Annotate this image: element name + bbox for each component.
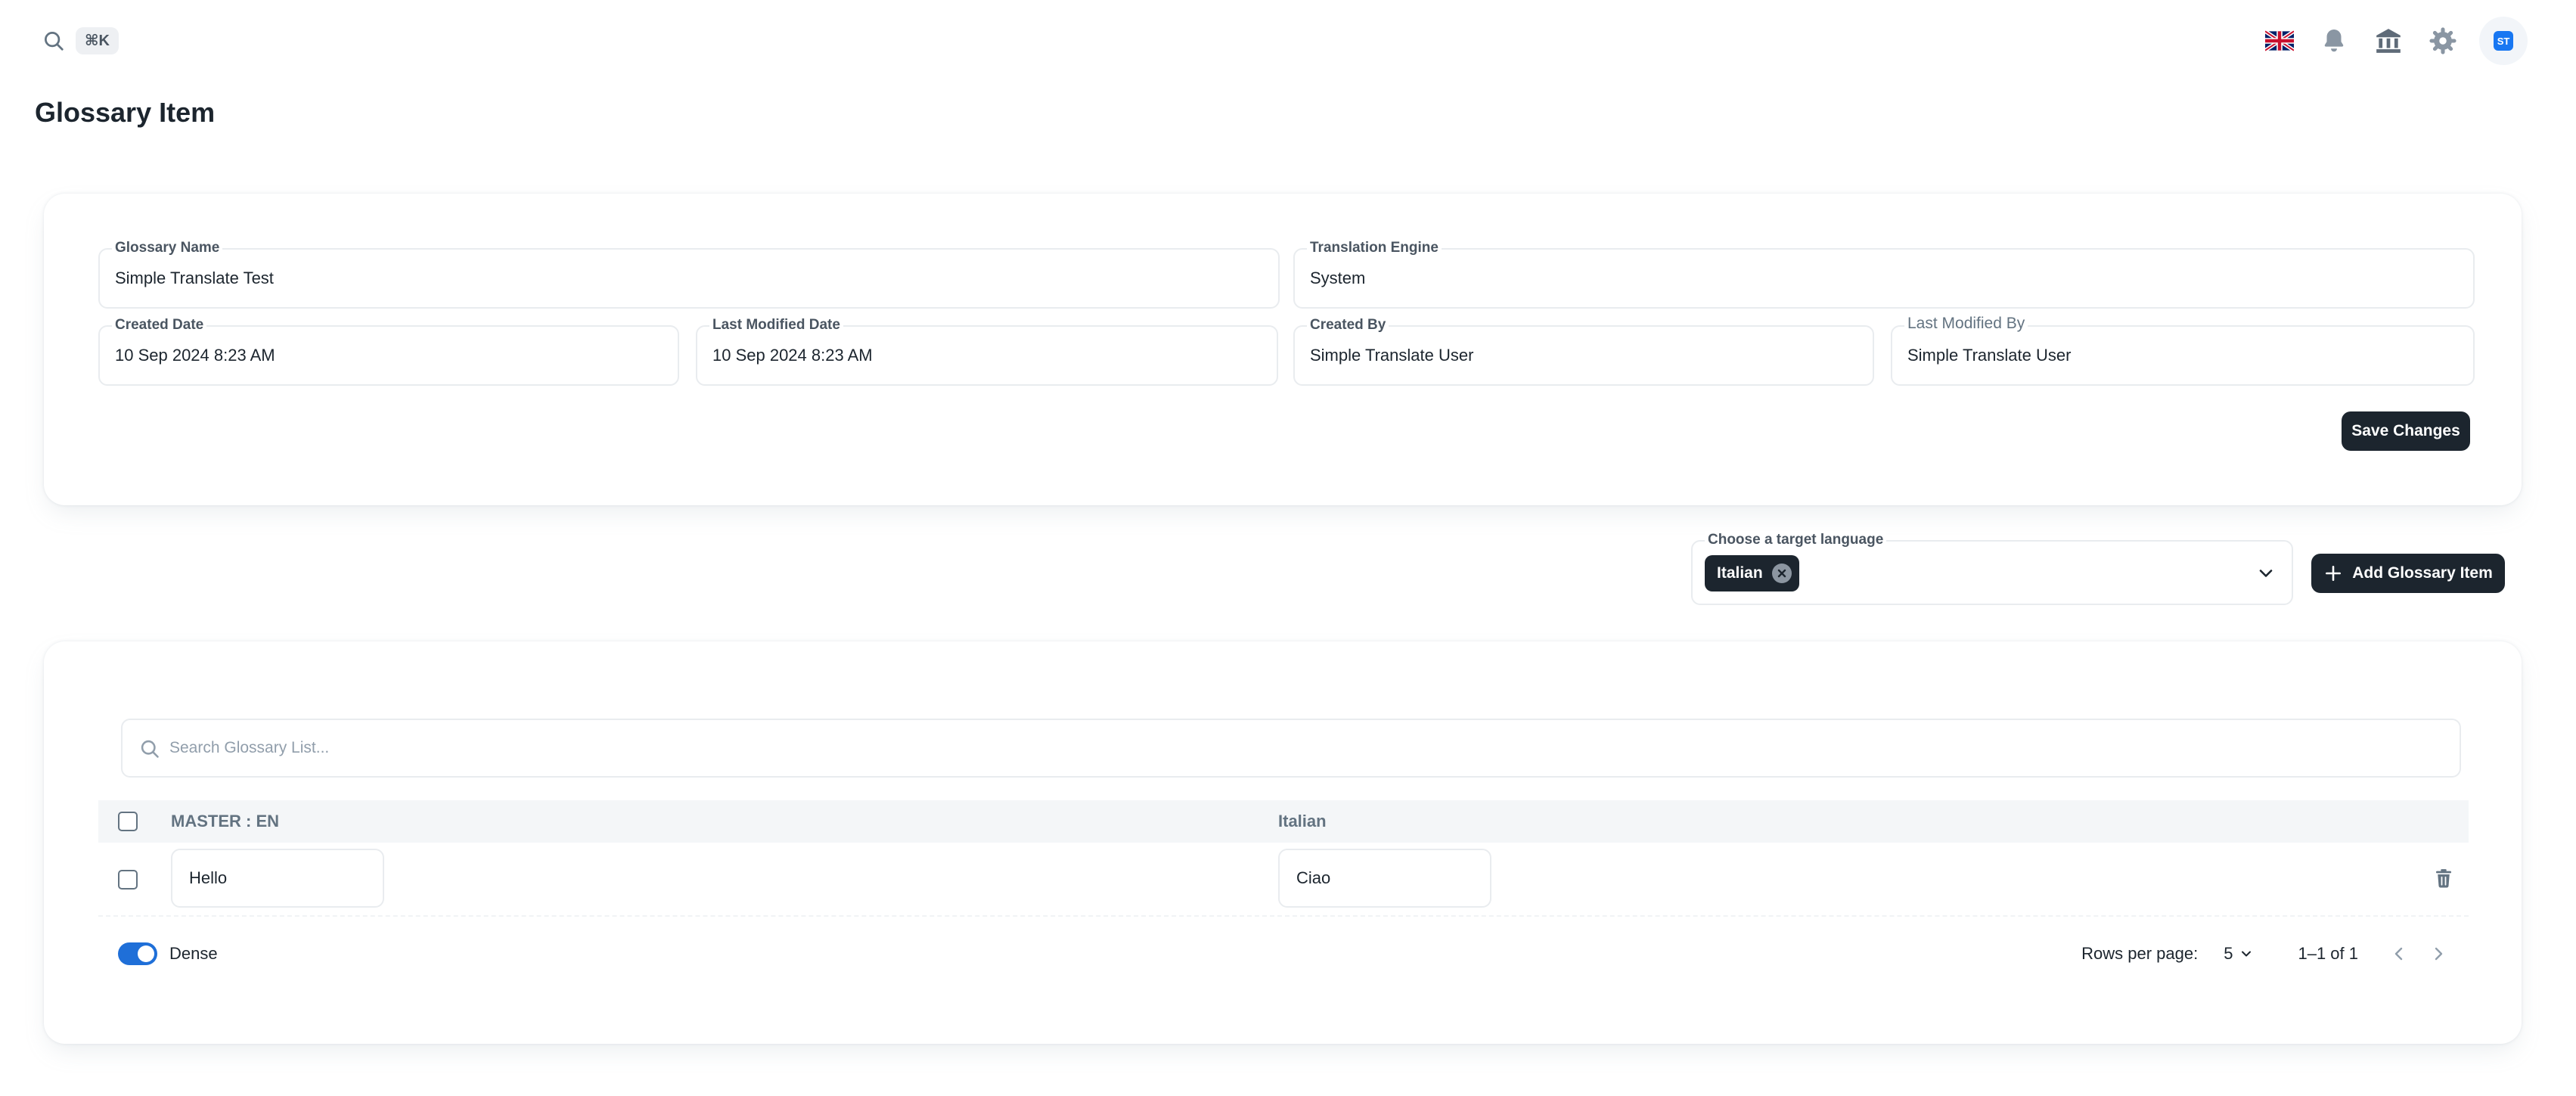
glossary-name-value: Simple Translate Test — [115, 269, 274, 287]
add-glossary-item-button[interactable]: Add Glossary Item — [2311, 554, 2505, 593]
bell-icon — [2324, 29, 2344, 52]
trash-icon[interactable] — [2432, 867, 2455, 890]
translation-term-input[interactable]: Ciao — [1278, 849, 1491, 908]
created-by-field[interactable]: Created By Simple Translate User — [1293, 316, 1874, 386]
chevron-down-icon — [2242, 951, 2252, 957]
rows-per-page-select[interactable]: 5 — [2224, 944, 2254, 964]
language-chip-label: Italian — [1717, 564, 1763, 582]
table-row: Hello Ciao — [98, 843, 2469, 917]
previous-page-button[interactable] — [2384, 939, 2414, 969]
avatar: ST — [2494, 31, 2513, 51]
select-all-checkbox[interactable] — [118, 812, 138, 831]
translation-engine-field[interactable]: Translation Engine System — [1293, 239, 2475, 309]
chip-remove-button[interactable] — [1771, 564, 1792, 583]
account-button[interactable]: ST — [2479, 17, 2528, 65]
target-language-select[interactable]: Choose a target language Italian — [1691, 531, 2293, 605]
column-header-translation[interactable]: Italian — [1278, 800, 1327, 843]
rows-per-page-value: 5 — [2224, 944, 2233, 963]
column-header-master[interactable]: MASTER : EN — [171, 800, 279, 843]
language-chip-italian[interactable]: Italian — [1705, 555, 1799, 591]
pagination: Rows per page: 5 1–1 of 1 — [2081, 935, 2453, 973]
header-actions: ST — [2261, 17, 2528, 65]
created-date-field[interactable]: Created Date 10 Sep 2024 8:23 AM — [98, 316, 679, 386]
master-term-input[interactable]: Hello — [171, 849, 384, 908]
rows-per-page-label: Rows per page: — [2081, 944, 2199, 963]
settings-gear-icon — [2429, 27, 2457, 54]
add-glossary-item-label: Add Glossary Item — [2352, 564, 2493, 582]
language-button[interactable] — [2261, 23, 2298, 59]
dense-label: Dense — [169, 944, 218, 963]
table-footer: Dense Rows per page: 5 1–1 of 1 — [98, 935, 2469, 976]
row-checkbox[interactable] — [118, 870, 138, 890]
chevron-right-icon — [2435, 947, 2443, 961]
dense-toggle[interactable] — [118, 942, 157, 965]
table-header: MASTER : EN Italian — [98, 800, 2469, 843]
last-modified-by-value: Simple Translate User — [1907, 346, 2072, 365]
uk-flag-icon — [2265, 29, 2294, 52]
search-icon — [141, 740, 159, 758]
save-changes-button[interactable]: Save Changes — [2342, 411, 2470, 451]
glossary-search-input[interactable] — [169, 720, 2423, 776]
target-language-label: Choose a target language — [1705, 531, 1887, 549]
global-search-button[interactable]: ⌘K — [42, 26, 119, 56]
organization-icon — [2376, 29, 2401, 53]
translation-engine-value: System — [1310, 269, 1366, 287]
chevron-down-icon[interactable] — [2255, 563, 2277, 584]
glossary-details-card: Glossary Name Simple Translate Test Tran… — [44, 194, 2522, 505]
next-page-button[interactable] — [2423, 939, 2453, 969]
chevron-left-icon — [2394, 947, 2403, 961]
created-by-value: Simple Translate User — [1310, 346, 1474, 365]
top-bar: ⌘K ST — [0, 0, 2576, 80]
search-shortcut-badge: ⌘K — [76, 27, 119, 54]
close-icon — [1777, 569, 1786, 578]
last-modified-by-field[interactable]: Last Modified By Simple Translate User — [1891, 315, 2475, 386]
notifications-button[interactable] — [2316, 23, 2352, 59]
plus-icon — [2326, 566, 2342, 581]
organization-button[interactable] — [2370, 23, 2407, 59]
settings-button[interactable] — [2425, 23, 2461, 59]
last-modified-date-field[interactable]: Last Modified Date 10 Sep 2024 8:23 AM — [696, 316, 1278, 386]
glossary-search-box — [121, 719, 2461, 778]
glossary-name-field[interactable]: Glossary Name Simple Translate Test — [98, 239, 1280, 309]
created-date-value: 10 Sep 2024 8:23 AM — [115, 346, 275, 365]
page-title: Glossary Item — [35, 97, 216, 128]
pagination-range: 1–1 of 1 — [2298, 944, 2358, 963]
search-icon — [45, 32, 64, 51]
last-modified-date-value: 10 Sep 2024 8:23 AM — [712, 346, 873, 365]
